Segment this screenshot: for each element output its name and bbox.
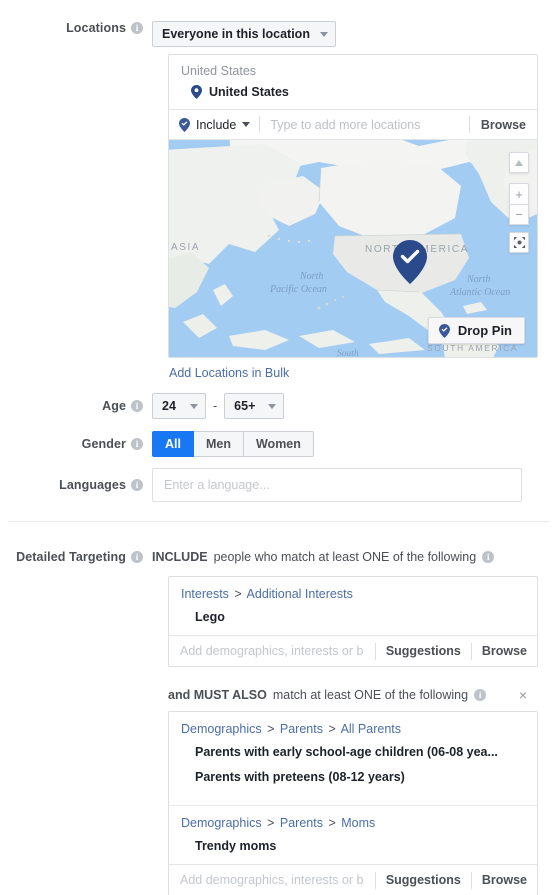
targeting-item[interactable]: Parents with preteens (08-12 years): [169, 761, 537, 795]
gender-option-all[interactable]: All: [152, 431, 194, 457]
age-row: Age i 24 - 65+: [0, 393, 285, 419]
must-also-heading-prefix: and MUST ALSO: [168, 688, 267, 702]
map-zoom-in-label: +: [515, 186, 523, 202]
targeting-breadcrumb: Demographics > Parents > Moms: [169, 806, 537, 830]
info-icon-gender[interactable]: i: [131, 438, 143, 450]
targeting-input-row: Suggestions Browse: [169, 635, 537, 666]
breadcrumb-part[interactable]: Demographics: [181, 816, 262, 830]
locations-row: Locations i Everyone in this location: [0, 21, 336, 47]
map-zoom-in-button[interactable]: +: [509, 183, 529, 204]
location-browse-button[interactable]: Browse: [470, 111, 537, 139]
must-also-block-heading: and MUST ALSO match at least ONE of the …: [168, 688, 538, 702]
location-scope-dropdown[interactable]: Everyone in this location: [152, 21, 336, 47]
selected-location-name: United States: [209, 85, 289, 99]
gender-row: Gender i All Men Women: [0, 431, 314, 457]
info-icon-detailed-targeting[interactable]: i: [131, 551, 143, 563]
targeting-box-include: Interests > Additional Interests Lego Su…: [168, 576, 538, 667]
breadcrumb-separator: >: [267, 722, 275, 736]
chevron-down-icon: [242, 122, 251, 127]
info-icon-languages[interactable]: i: [131, 479, 143, 491]
languages-row: Languages i: [0, 468, 522, 502]
info-icon-include-block[interactable]: i: [482, 551, 495, 563]
targeting-input-row: Suggestions Browse: [169, 864, 537, 895]
drop-pin-label: Drop Pin: [457, 323, 512, 338]
map-pin-icon: [191, 85, 202, 99]
targeting-item[interactable]: Lego: [169, 601, 537, 635]
breadcrumb-part[interactable]: Parents: [280, 722, 323, 736]
gender-option-women[interactable]: Women: [243, 431, 314, 457]
include-block-heading-rest: people who match at least ONE of the fol…: [213, 550, 477, 564]
must-also-heading-rest: match at least ONE of the following: [272, 688, 469, 702]
location-scope-value: Everyone in this location: [162, 27, 310, 41]
targeting-search-input[interactable]: [169, 644, 375, 658]
age-min-value: 24: [162, 399, 176, 413]
close-icon[interactable]: ×: [519, 688, 527, 702]
include-exclude-dropdown[interactable]: Include: [169, 110, 259, 139]
map-zoom-out-button[interactable]: −: [509, 204, 529, 225]
selected-location-map-pin[interactable]: [393, 240, 427, 284]
map-zoom-out-label: −: [515, 207, 523, 222]
locations-panel: United States United States Include Brow…: [168, 54, 538, 358]
selected-location-item[interactable]: United States: [169, 82, 537, 109]
include-block-heading: INCLUDE people who match at least ONE of…: [152, 550, 495, 564]
age-max-value: 65+: [234, 399, 256, 413]
gender-label: Gender i: [0, 437, 152, 451]
info-icon-age[interactable]: i: [131, 400, 143, 412]
locations-label: Locations i: [0, 21, 152, 35]
location-map[interactable]: ASIA NORTH AMERICA SOUTH AMERICA North P…: [169, 139, 537, 357]
gender-segmented-control: All Men Women: [152, 431, 314, 457]
location-input-row: Include Browse: [169, 109, 537, 139]
targeting-form: Locations i Everyone in this location Un…: [0, 0, 558, 895]
map-controls: + −: [509, 152, 529, 253]
info-icon-locations[interactable]: i: [131, 22, 143, 34]
targeting-breadcrumb: Demographics > Parents > All Parents: [169, 712, 537, 736]
targeting-suggestions-button[interactable]: Suggestions: [376, 637, 471, 666]
languages-label: Languages i: [0, 478, 152, 492]
targeting-browse-button[interactable]: Browse: [472, 637, 537, 666]
targeting-box-must-also: Demographics > Parents > All Parents Par…: [168, 711, 538, 895]
age-range-separator: -: [213, 399, 218, 413]
breadcrumb-part[interactable]: Demographics: [181, 722, 262, 736]
chevron-down-icon: [319, 31, 328, 37]
drop-pin-icon: [438, 323, 450, 338]
targeting-item[interactable]: Parents with early school-age children (…: [169, 736, 537, 761]
targeting-item[interactable]: Trendy moms: [169, 830, 537, 864]
detailed-targeting-label: Detailed Targeting i: [0, 550, 152, 564]
drop-pin-button[interactable]: Drop Pin: [427, 317, 525, 344]
breadcrumb-part[interactable]: All Parents: [341, 722, 401, 736]
include-block-heading-prefix: INCLUDE: [152, 550, 208, 564]
location-search-input[interactable]: [260, 117, 469, 132]
chevron-down-icon: [268, 403, 277, 409]
targeting-search-input[interactable]: [169, 873, 375, 887]
breadcrumb-separator: >: [328, 722, 336, 736]
breadcrumb-part[interactable]: Parents: [280, 816, 323, 830]
targeting-browse-button[interactable]: Browse: [472, 866, 537, 895]
languages-input[interactable]: [152, 468, 522, 502]
breadcrumb-part[interactable]: Additional Interests: [247, 587, 353, 601]
include-label: Include: [196, 117, 237, 132]
breadcrumb-separator: >: [234, 587, 242, 601]
info-icon-must-also-block[interactable]: i: [474, 689, 487, 701]
breadcrumb-part[interactable]: Moms: [341, 816, 375, 830]
map-compass-icon[interactable]: [509, 152, 529, 173]
targeting-suggestions-button[interactable]: Suggestions: [376, 866, 471, 895]
include-pin-icon: [179, 117, 190, 132]
add-locations-in-bulk-link[interactable]: Add Locations in Bulk: [169, 366, 289, 380]
map-fullscreen-icon[interactable]: [509, 232, 529, 253]
locations-panel-header: United States: [181, 64, 257, 78]
chevron-down-icon: [190, 403, 198, 409]
targeting-breadcrumb: Interests > Additional Interests: [169, 577, 537, 601]
breadcrumb-separator: >: [328, 816, 336, 830]
breadcrumb-part[interactable]: Interests: [181, 587, 229, 601]
gender-option-men[interactable]: Men: [193, 431, 244, 457]
age-min-dropdown[interactable]: 24: [152, 393, 206, 419]
age-label: Age i: [0, 399, 152, 413]
breadcrumb-separator: >: [267, 816, 275, 830]
age-max-dropdown[interactable]: 65+: [224, 393, 285, 419]
detailed-targeting-row: Detailed Targeting i INCLUDE people who …: [0, 550, 495, 564]
section-divider: [8, 521, 550, 522]
